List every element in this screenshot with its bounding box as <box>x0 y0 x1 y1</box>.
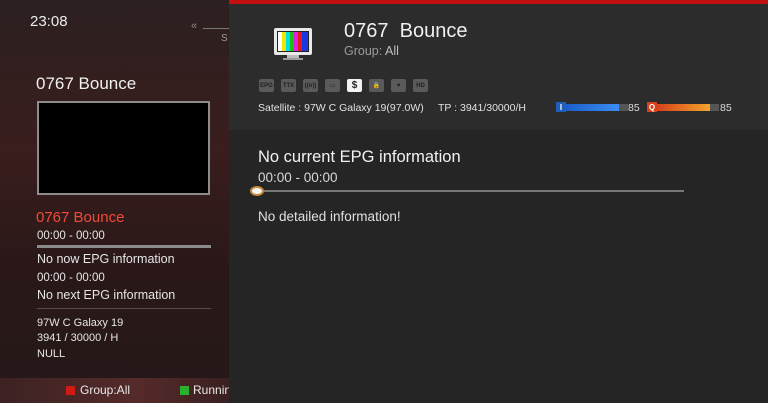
channel-name: 0767 Bounce <box>344 20 468 42</box>
nav-divider <box>203 28 229 29</box>
intensity-label: I <box>556 102 566 112</box>
red-key-icon <box>66 386 75 395</box>
current-event-progress <box>37 245 211 248</box>
teletext-icon: TTX <box>281 79 296 92</box>
satellite-line: Satellite : 97W C Galaxy 19(97.0W) <box>258 102 424 114</box>
epg-detail: No detailed information! <box>258 209 401 224</box>
info-header: 0767 Bounce Group: All EPG TTX ((o)) ▭ $ 🔒 ♥ HD… <box>229 4 768 130</box>
partial-label: S <box>221 33 228 44</box>
red-key-label[interactable]: Group:All <box>80 383 130 397</box>
channel-title: 0767 Bounce <box>36 74 137 93</box>
intensity-value: 85 <box>628 102 640 114</box>
hd-icon: HD <box>413 79 428 92</box>
intensity-fill <box>566 104 619 111</box>
extra-info: NULL <box>37 348 66 360</box>
green-key-label[interactable]: Running <box>193 383 229 397</box>
next-epg-info: No next EPG information <box>37 288 176 302</box>
quality-meter <box>657 104 719 111</box>
nav-arrow-icon: « <box>191 20 198 32</box>
lock-icon: 🔒 <box>369 79 384 92</box>
transponder-line: TP : 3941/30000/H <box>438 102 526 114</box>
intensity-meter <box>566 104 628 111</box>
group-value: All <box>385 44 399 58</box>
video-preview <box>37 101 210 195</box>
divider <box>37 308 211 309</box>
color-key-bar: Group:All Running <box>0 378 229 403</box>
now-epg-info: No now EPG information <box>37 252 175 266</box>
channel-list-background-panel: 23:08 « S 0767 Bounce 0767 Bounce 00:00 … <box>0 0 229 378</box>
channel-group: Group: All <box>344 44 399 58</box>
channel-info-panel: 0767 Bounce Group: All EPG TTX ((o)) ▭ $ 🔒 ♥ HD… <box>229 0 768 403</box>
epg-icon: EPG <box>259 79 274 92</box>
service-icons: EPG TTX ((o)) ▭ $ 🔒 ♥ HD <box>259 79 428 93</box>
favorite-heart-icon: ♥ <box>391 79 406 92</box>
green-key-icon <box>180 386 189 395</box>
group-prefix: Group: <box>344 44 383 58</box>
clock: 23:08 <box>30 13 68 30</box>
quality-fill <box>657 104 710 111</box>
quality-label: Q <box>647 102 657 112</box>
scrambled-dollar-icon: $ <box>347 79 362 92</box>
quality-value: 85 <box>720 102 732 114</box>
epg-progress-bar <box>258 190 684 192</box>
next-event-time: 00:00 - 00:00 <box>37 272 105 284</box>
epg-title: No current EPG information <box>258 148 461 166</box>
epg-time: 00:00 - 00:00 <box>258 170 338 185</box>
current-event-time: 00:00 - 00:00 <box>37 230 105 242</box>
current-event-title: 0767 Bounce <box>36 209 125 226</box>
radio-icon: ((o)) <box>303 79 318 92</box>
tv-icon <box>274 28 312 60</box>
transponder-info: 3941 / 30000 / H <box>37 332 119 344</box>
satellite-name: 97W C Galaxy 19 <box>37 317 124 329</box>
epg-progress-knob <box>250 186 264 196</box>
subtitle-icon: ▭ <box>325 79 340 92</box>
